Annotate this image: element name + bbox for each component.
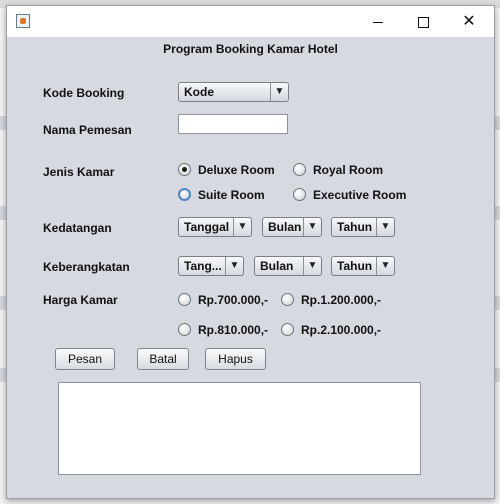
label-nama-pemesan: Nama Pemesan [43,123,132,137]
chevron-down-icon: ▼ [303,218,321,236]
label-kode-booking: Kode Booking [43,86,125,100]
keberangkatan-tahun-combo[interactable]: Tahun ▼ [331,256,395,276]
label-keberangkatan: Keberangkatan [43,260,130,274]
booking-window: ✕ Program Booking Kamar Hotel Kode Booki… [6,5,495,499]
chevron-down-icon: ▼ [376,218,394,236]
combo-value: Bulan [260,259,294,273]
kode-booking-value: Kode [184,85,214,99]
kedatangan-tanggal-combo[interactable]: Tanggal ▼ [178,217,252,237]
radio-circle-icon [281,323,294,336]
hapus-button[interactable]: Hapus [205,348,266,370]
output-textarea[interactable] [58,382,421,475]
java-cup-icon [16,14,30,28]
close-button[interactable]: ✕ [446,6,492,37]
radio-label: Deluxe Room [198,163,275,177]
radio-label: Executive Room [313,188,407,202]
keberangkatan-bulan-combo[interactable]: Bulan ▼ [254,256,322,276]
kedatangan-tahun-combo[interactable]: Tahun ▼ [331,217,395,237]
radio-circle-icon [178,323,191,336]
radio-label: Rp.700.000,- [198,293,269,307]
combo-value: Bulan [268,220,302,234]
radio-label: Rp.1.200.000,- [301,293,382,307]
radio-label: Rp.2.100.000,- [301,323,382,337]
combo-value: Tahun [337,220,373,234]
combo-value: Tahun [337,259,373,273]
chevron-down-icon: ▼ [303,257,321,275]
chevron-down-icon: ▼ [225,257,243,275]
minimize-icon [373,21,383,23]
radio-circle-icon [293,188,306,201]
label-harga-kamar: Harga Kamar [43,293,118,307]
title-bar: ✕ [7,6,494,37]
combo-value: Tanggal [184,220,230,234]
radio-label: Royal Room [313,163,384,177]
chevron-down-icon: ▼ [376,257,394,275]
minimize-button[interactable] [355,6,401,37]
maximize-icon [417,16,429,28]
kode-booking-combo[interactable]: Kode ▼ [178,82,289,102]
form-panel: Program Booking Kamar Hotel Kode Booking… [7,37,494,498]
radio-label: Suite Room [198,188,265,202]
radio-circle-icon [178,163,191,176]
keberangkatan-tanggal-combo[interactable]: Tang... ▼ [178,256,244,276]
label-kedatangan: Kedatangan [43,221,112,235]
radio-circle-icon [293,163,306,176]
radio-label: Rp.810.000,- [198,323,269,337]
close-icon: ✕ [462,13,476,30]
maximize-button[interactable] [400,6,446,37]
chevron-down-icon: ▼ [233,218,251,236]
kedatangan-bulan-combo[interactable]: Bulan ▼ [262,217,322,237]
form-title: Program Booking Kamar Hotel [163,42,338,56]
batal-button[interactable]: Batal [137,348,189,370]
combo-value: Tang... [184,259,222,273]
chevron-down-icon: ▼ [270,83,288,101]
radio-circle-icon [178,293,191,306]
label-jenis-kamar: Jenis Kamar [43,165,115,179]
pesan-button[interactable]: Pesan [55,348,115,370]
nama-pemesan-field[interactable] [178,114,288,134]
radio-circle-icon [281,293,294,306]
radio-circle-icon [178,188,191,201]
